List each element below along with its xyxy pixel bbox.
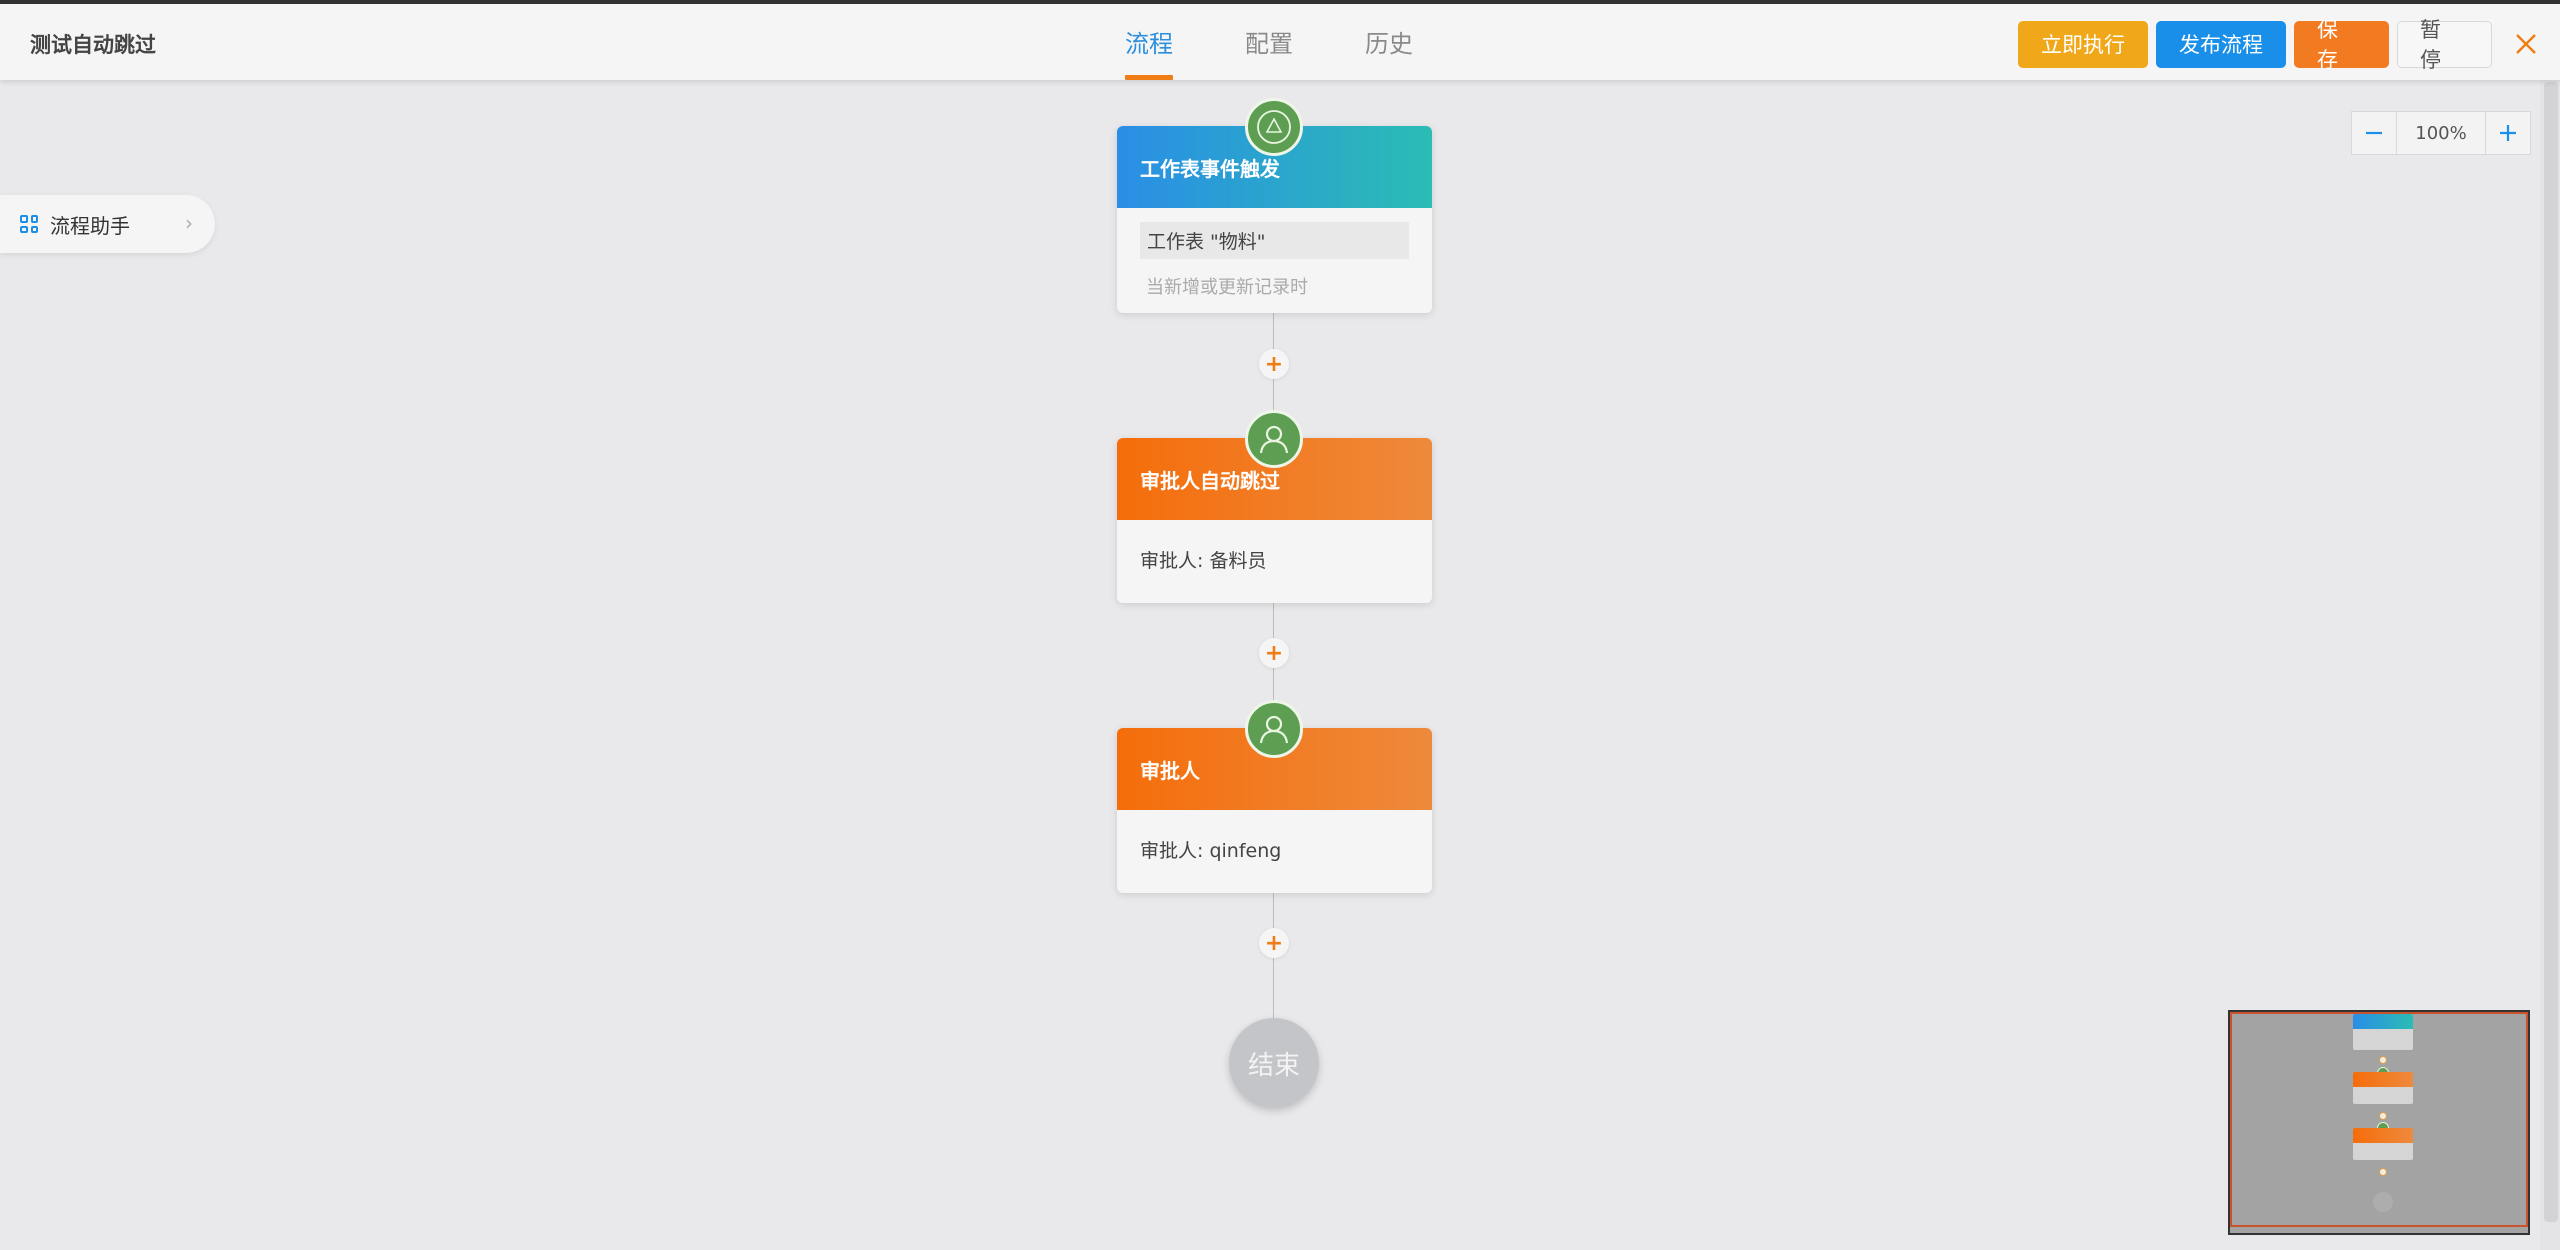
- approver-node-detail: 审批人: 备料员: [1140, 550, 1267, 572]
- zoom-level: 100%: [2396, 112, 2486, 154]
- page-title: 测试自动跳过: [30, 33, 156, 57]
- zoom-out-button[interactable]: [2352, 112, 2396, 154]
- trigger-node[interactable]: 工作表事件触发 工作表 "物料" 当新增或更新记录时: [1117, 98, 1432, 313]
- zoom-control: 100%: [2351, 111, 2531, 155]
- approver-node[interactable]: 审批人 审批人: qinfeng: [1117, 700, 1432, 893]
- approver-node-detail: 审批人: qinfeng: [1140, 840, 1282, 862]
- zoom-in-button[interactable]: [2486, 112, 2530, 154]
- minimap-end-node: [2373, 1192, 2393, 1212]
- header-bar: 测试自动跳过 流程 配置 历史 立即执行 发布流程 保存 暂停: [0, 4, 2560, 80]
- chevron-right-icon: ›: [185, 211, 193, 235]
- minimap-add-dot: [2379, 1112, 2387, 1120]
- add-step-button[interactable]: +: [1259, 928, 1289, 958]
- tab-bar: 流程 配置 历史: [1125, 4, 1485, 80]
- tab-history[interactable]: 历史: [1365, 4, 1413, 80]
- trigger-sheet: 工作表 "物料": [1140, 222, 1409, 259]
- add-step-button[interactable]: +: [1259, 638, 1289, 668]
- trigger-badge: [1245, 98, 1303, 156]
- scrollbar-thumb[interactable]: [2544, 82, 2558, 1222]
- flow-assistant-label: 流程助手: [50, 213, 130, 238]
- approver-badge: [1245, 700, 1303, 758]
- close-icon[interactable]: [2500, 21, 2552, 68]
- tab-config[interactable]: 配置: [1245, 4, 1293, 80]
- minimap-node: [2353, 1072, 2413, 1104]
- user-icon: [1259, 715, 1289, 744]
- tab-flow[interactable]: 流程: [1125, 4, 1173, 80]
- end-node: 结束: [1229, 1018, 1319, 1108]
- run-now-button[interactable]: 立即执行: [2018, 20, 2148, 68]
- pause-button[interactable]: 暂停: [2397, 18, 2492, 72]
- minimap[interactable]: [2228, 1010, 2530, 1235]
- save-button[interactable]: 保存: [2294, 18, 2389, 72]
- minimap-add-dot: [2379, 1056, 2387, 1064]
- plus-icon: [2500, 125, 2516, 141]
- minimap-add-dot: [2379, 1168, 2387, 1176]
- flow-assistant-button[interactable]: 流程助手 ›: [0, 195, 215, 253]
- trigger-icon: [1257, 110, 1291, 144]
- header-actions: 立即执行 发布流程 保存 暂停: [2018, 18, 2560, 72]
- trigger-description: 当新增或更新记录时: [1146, 277, 1308, 298]
- grid-icon: [20, 215, 38, 233]
- user-icon: [1259, 425, 1289, 454]
- minimap-node: [2353, 1014, 2413, 1050]
- approver-badge: [1245, 410, 1303, 468]
- add-step-button[interactable]: +: [1259, 349, 1289, 379]
- publish-button[interactable]: 发布流程: [2156, 20, 2286, 68]
- minus-icon: [2366, 131, 2382, 135]
- minimap-node: [2353, 1128, 2413, 1160]
- approver-node[interactable]: 审批人自动跳过 审批人: 备料员: [1117, 410, 1432, 603]
